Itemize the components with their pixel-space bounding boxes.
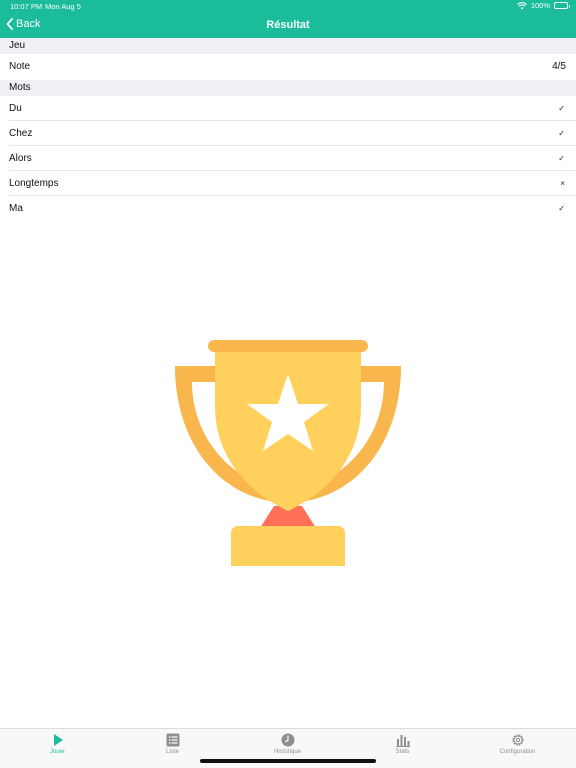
tab-configuration[interactable]: Configuration (460, 733, 575, 763)
note-row: Note 4/5 (0, 54, 576, 79)
word-label: Ma (9, 203, 23, 214)
word-label: Alors (9, 153, 32, 164)
status-bar: 10:07 PM Mon Aug 5 100% (0, 0, 576, 13)
top-bar: 10:07 PM Mon Aug 5 100% Back Résultat (0, 0, 576, 38)
status-time: 10:07 PM (10, 2, 43, 11)
page-title: Résultat (266, 19, 310, 31)
play-icon (53, 734, 63, 746)
word-label: Chez (9, 128, 33, 139)
battery-percent: 100% (530, 1, 550, 10)
word-row: Du ✓ (0, 96, 576, 121)
tab-label: Liste (166, 749, 179, 755)
section-header-mots: Mots (0, 80, 576, 96)
word-row: Chez ✓ (0, 121, 576, 146)
battery-icon (554, 2, 570, 9)
list-icon (166, 733, 179, 747)
tab-label: Historique (273, 749, 301, 755)
section-header-jeu: Jeu (0, 38, 576, 54)
gear-icon (511, 734, 524, 746)
tab-label: Stats (395, 749, 410, 755)
check-icon: ✓ (558, 129, 565, 138)
tab-label: Configuration (499, 749, 536, 755)
tab-jouer[interactable]: Jouer (0, 733, 115, 763)
home-indicator (200, 759, 376, 763)
trophy-icon (175, 340, 401, 566)
word-row: Ma ✓ (0, 196, 576, 221)
word-row: Alors ✓ (0, 146, 576, 171)
word-row: Longtemps × (0, 171, 576, 196)
check-icon: ✓ (558, 154, 565, 163)
check-icon: ✓ (558, 204, 565, 213)
clock-icon (281, 733, 294, 747)
word-label: Du (9, 103, 22, 114)
status-date: Mon Aug 5 (45, 2, 81, 11)
note-value: 4/5 (552, 61, 566, 72)
tab-label: Jouer (49, 749, 65, 755)
check-icon: ✓ (558, 104, 565, 113)
cross-icon: × (560, 179, 565, 188)
bar-chart-icon (395, 735, 410, 747)
word-label: Longtemps (9, 178, 59, 189)
status-right: 100% (516, 1, 570, 10)
navigation-bar: Back Résultat (0, 13, 576, 38)
note-label: Note (9, 61, 31, 72)
wifi-icon (516, 1, 527, 9)
